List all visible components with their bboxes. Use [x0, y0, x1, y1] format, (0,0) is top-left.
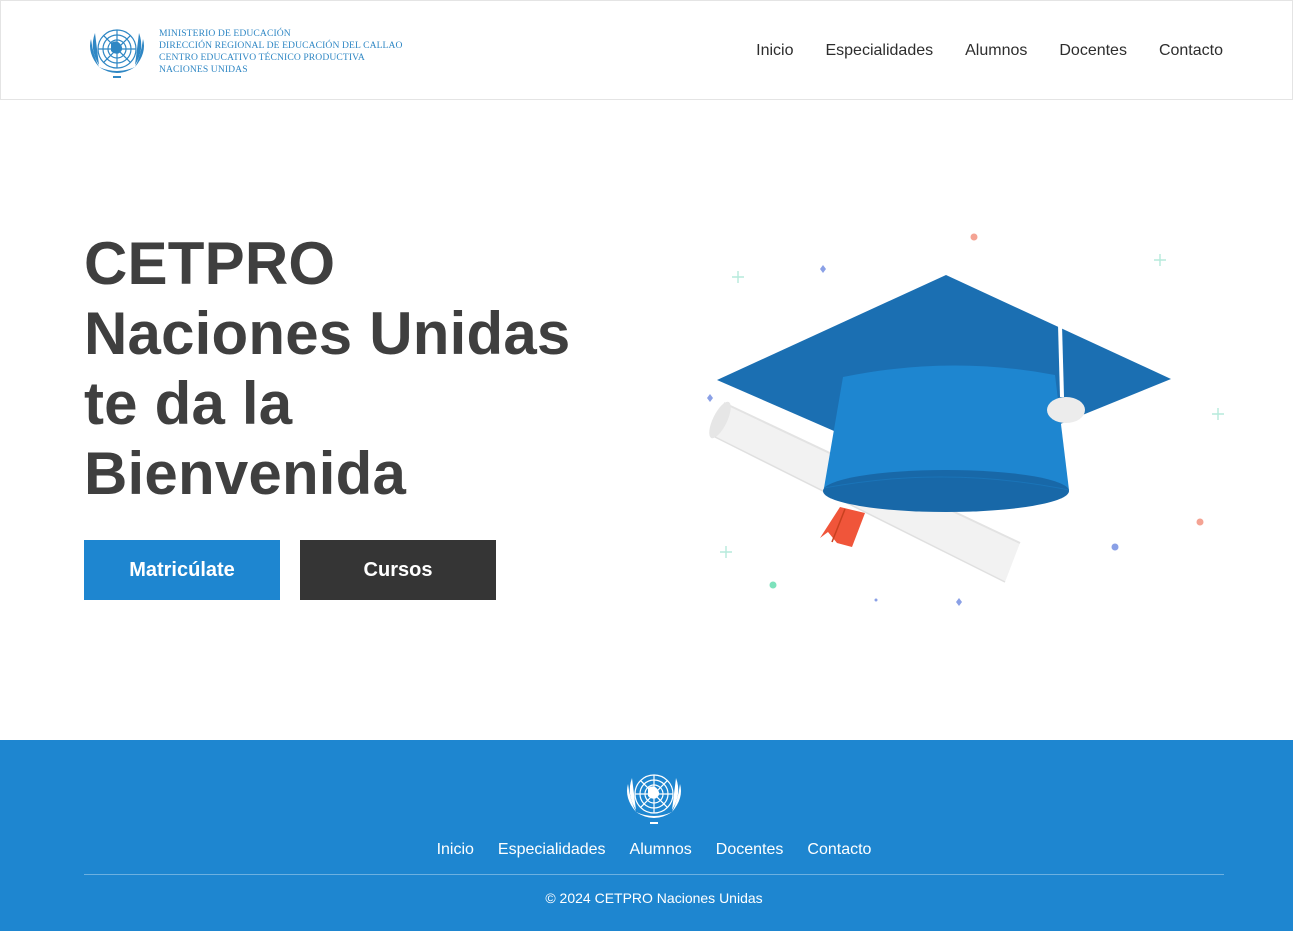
un-emblem-icon: [90, 29, 144, 78]
footer-nav-alumnos[interactable]: Alumnos: [630, 840, 692, 860]
site-header: Ministerio de Educación Dirección Region…: [0, 0, 1293, 100]
site-footer: Inicio Especialidades Alumnos Docentes C…: [0, 740, 1293, 931]
nav-contacto[interactable]: Contacto: [1159, 41, 1223, 61]
footer-nav-inicio[interactable]: Inicio: [437, 840, 474, 860]
brand-line-name: Naciones Unidas: [159, 64, 248, 75]
hero-title-line: Naciones Unidas: [84, 300, 571, 367]
footer-nav: Inicio Especialidades Alumnos Docentes C…: [0, 840, 1293, 860]
courses-button[interactable]: Cursos: [300, 540, 496, 600]
graduation-cap-illustration: [707, 233, 1224, 606]
nav-especialidades[interactable]: Especialidades: [825, 41, 933, 61]
footer-divider: [84, 874, 1224, 875]
footer-nav-especialidades[interactable]: Especialidades: [498, 840, 606, 860]
hero-title-line: CETPRO: [84, 230, 336, 297]
brand-logo[interactable]: Ministerio de Educación Dirección Region…: [85, 23, 403, 81]
tassel-cord: [1058, 324, 1064, 398]
nav-alumnos[interactable]: Alumnos: [965, 41, 1027, 61]
hero-title-line: te da la: [84, 370, 293, 437]
brand-line-direction: Dirección Regional de Educación del Call…: [159, 40, 403, 51]
copyright-text: © 2024 CETPRO Naciones Unidas: [545, 890, 763, 906]
nav-inicio[interactable]: Inicio: [756, 41, 793, 61]
un-emblem-icon[interactable]: [621, 767, 687, 827]
brand-line-center: Centro Educativo Técnico Productiva: [159, 52, 365, 63]
tassel-button: [1047, 397, 1085, 423]
main-nav: Inicio Especialidades Alumnos Docentes C…: [756, 41, 1223, 61]
nav-docentes[interactable]: Docentes: [1059, 41, 1127, 61]
footer-nav-contacto[interactable]: Contacto: [807, 840, 871, 860]
ribbon: [820, 507, 865, 547]
hero-title-line: Bienvenida: [84, 440, 407, 507]
brand-text: Ministerio de Educación Dirección Region…: [159, 28, 403, 76]
brand-line-ministry: Ministerio de Educación: [159, 28, 291, 39]
enroll-button[interactable]: Matricúlate: [84, 540, 280, 600]
footer-nav-docentes[interactable]: Docentes: [716, 840, 784, 860]
hero-title: CETPRO Naciones Unidas te da la Bienveni…: [84, 229, 644, 509]
